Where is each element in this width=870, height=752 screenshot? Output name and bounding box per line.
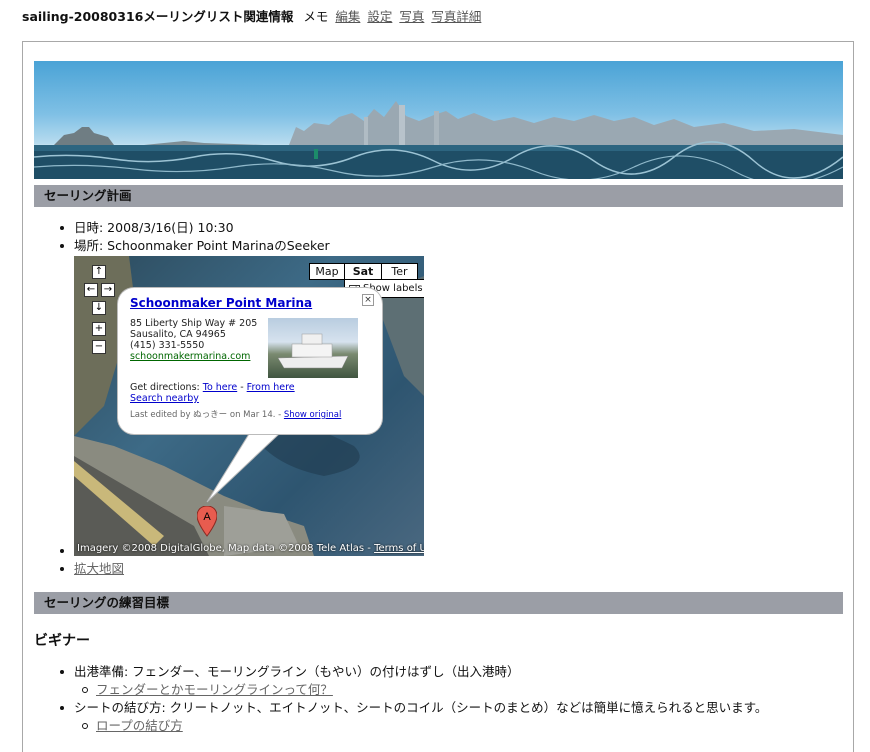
pan-up-icon[interactable]: ↑ — [92, 265, 106, 279]
plan-list-extra: 拡大地図 — [56, 542, 124, 578]
goal-text: 出港準備: フェンダー、モーリングライン（もやい）の付けはずし（出入港時） — [74, 664, 520, 679]
website-link[interactable]: schoonmakermarina.com — [130, 351, 257, 362]
settings-link[interactable]: 設定 — [367, 9, 392, 24]
memo-label: メモ — [303, 9, 329, 24]
list-item: 日時: 2008/3/16(日) 10:30 — [56, 219, 330, 237]
map-type-sat-button[interactable]: Sat — [344, 263, 382, 280]
place-address: 85 Liberty Ship Way # 205 Sausalito, CA … — [130, 318, 257, 362]
plan-list: 日時: 2008/3/16(日) 10:30 場所: Schoonmaker P… — [56, 219, 330, 255]
list-item: 場所: Schoonmaker Point MarinaのSeeker — [56, 237, 330, 255]
list-item: シートの結び方: クリートノット、エイトノット、シートのコイル（シートのまとめ）… — [56, 699, 767, 735]
list-item: 拡大地図 — [56, 560, 124, 578]
map-marker-icon[interactable]: A — [197, 506, 217, 538]
content-frame: セーリング計画 日時: 2008/3/16(日) 10:30 場所: Schoo… — [22, 41, 854, 752]
marker-label: A — [203, 511, 211, 523]
edit-info: Last edited by ぬっきー on Mar 14. - Show or… — [130, 408, 341, 420]
from-here-link[interactable]: From here — [247, 382, 295, 393]
map-type-ter-button[interactable]: Ter — [381, 263, 418, 280]
list-item: 出港準備: フェンダー、モーリングライン（もやい）の付けはずし（出入港時） フェ… — [56, 663, 767, 699]
edited-text: Last edited by ぬっきー on Mar 14. - — [130, 410, 282, 420]
info-window: × Schoonmaker Point Marina 85 Liberty Sh… — [118, 288, 382, 434]
section-title: セーリングの練習目標 — [44, 595, 170, 610]
to-here-link[interactable]: To here — [203, 382, 237, 393]
photo-detail-link[interactable]: 写真詳細 — [431, 9, 481, 24]
address-line-1: 85 Liberty Ship Way # 205 — [130, 318, 258, 329]
address-line-2: Sausalito, CA 94965 — [130, 329, 226, 340]
place-title-link[interactable]: Schoonmaker Point Marina — [130, 296, 312, 310]
sub-list: ロープの結び方 — [74, 717, 767, 735]
rope-knots-link[interactable]: ロープの結び方 — [96, 718, 183, 733]
list-item — [56, 542, 124, 560]
goals-list: 出港準備: フェンダー、モーリングライン（もやい）の付けはずし（出入港時） フェ… — [56, 663, 767, 735]
pan-right-icon[interactable]: → — [101, 283, 115, 297]
place-text: 場所: Schoonmaker Point MarinaのSeeker — [74, 238, 330, 253]
google-map[interactable]: ↑ ← → ↓ + − Map Sat Ter ✓Show labels × S… — [74, 256, 424, 556]
edit-link[interactable]: 編集 — [335, 9, 360, 24]
section-header-goals: セーリングの練習目標 — [34, 592, 843, 614]
skyline-banner-image — [34, 61, 843, 179]
fender-help-link[interactable]: フェンダーとかモーリングラインって何？ — [96, 682, 333, 697]
zoom-out-icon[interactable]: − — [92, 340, 106, 354]
map-attribution: Imagery ©2008 DigitalGlobe, Map data ©20… — [77, 543, 424, 554]
large-map-link[interactable]: 拡大地図 — [74, 561, 124, 576]
top-bar: sailing-20080316メーリングリスト関連情報 メモ 編集 設定 写真… — [22, 6, 481, 25]
sub-list: フェンダーとかモーリングラインって何？ — [74, 681, 767, 699]
directions-label: Get directions: — [130, 382, 200, 393]
goal-text: シートの結び方: クリートノット、エイトノット、シートのコイル（シートのまとめ）… — [74, 700, 768, 715]
zoom-in-icon[interactable]: + — [92, 322, 106, 336]
level-heading: ビギナー — [34, 633, 90, 649]
pan-down-icon[interactable]: ↓ — [92, 301, 106, 315]
map-type-map-button[interactable]: Map — [309, 263, 345, 280]
terms-of-use-link[interactable]: Terms of Use — [374, 543, 424, 554]
sub-list-item: ロープの結び方 — [56, 717, 767, 735]
pan-left-icon[interactable]: ← — [84, 283, 98, 297]
photo-link[interactable]: 写真 — [399, 9, 424, 24]
section-title: セーリング計画 — [44, 188, 132, 203]
search-nearby-link[interactable]: Search nearby — [130, 393, 199, 404]
phone-number: (415) 331-5550 — [130, 340, 205, 351]
boat-photo-thumbnail — [268, 318, 358, 378]
directions-block: Get directions: To here - From here Sear… — [130, 382, 295, 404]
datetime-text: 日時: 2008/3/16(日) 10:30 — [74, 220, 234, 235]
close-icon[interactable]: × — [362, 294, 374, 306]
show-original-link[interactable]: Show original — [284, 410, 341, 420]
page-title: sailing-20080316メーリングリスト関連情報 — [22, 9, 294, 24]
section-header-plan: セーリング計画 — [34, 185, 843, 207]
sub-list-item: フェンダーとかモーリングラインって何？ — [56, 681, 767, 699]
